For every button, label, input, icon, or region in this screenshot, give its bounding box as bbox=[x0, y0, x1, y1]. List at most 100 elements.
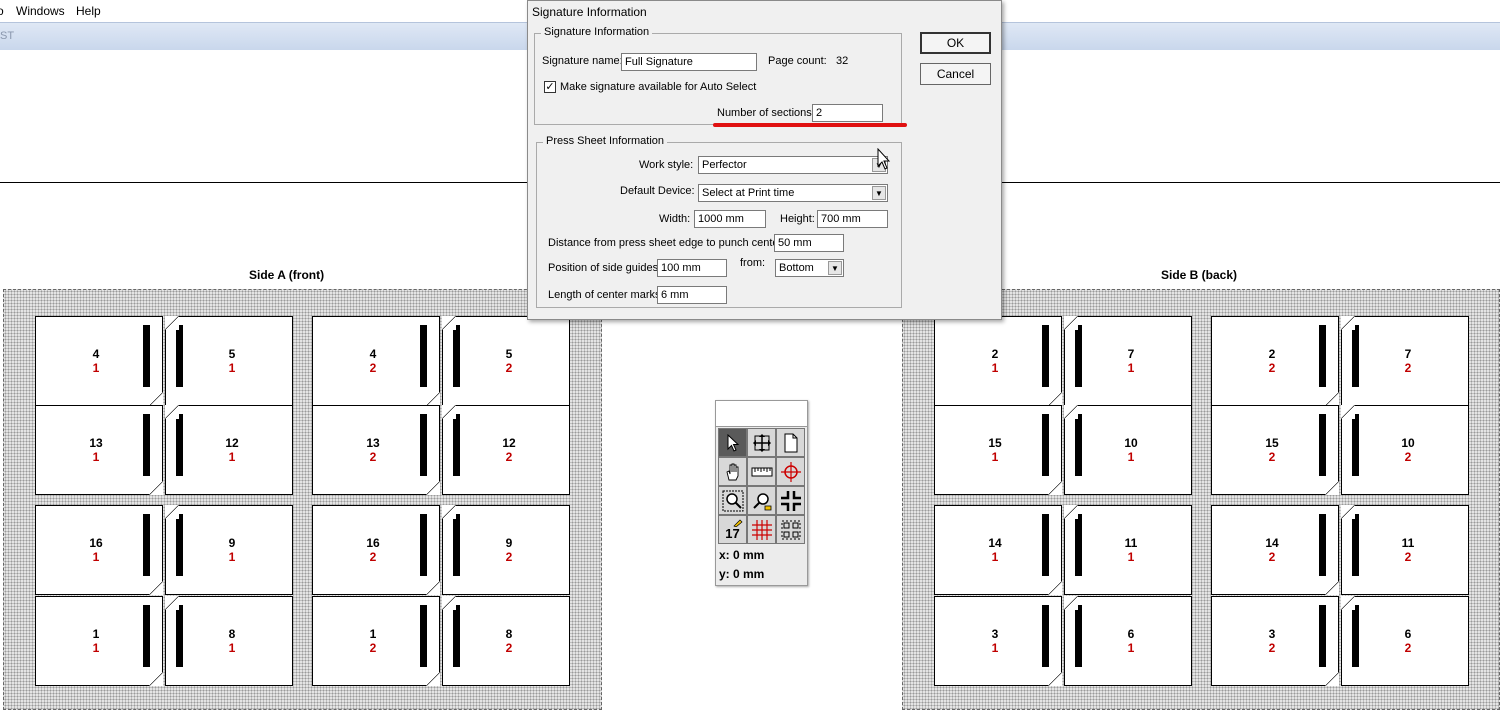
ok-button[interactable]: OK bbox=[920, 32, 991, 54]
default-device-select[interactable]: Select at Print time ▼ bbox=[698, 184, 888, 202]
fold-corner-icon bbox=[442, 405, 456, 419]
fold-corner-icon bbox=[1048, 581, 1062, 595]
arrow-pointer-icon[interactable] bbox=[718, 428, 747, 457]
center-marks-field[interactable]: 6 mm bbox=[657, 286, 727, 304]
menu-item-windows[interactable]: Windows bbox=[16, 4, 65, 18]
imposed-page[interactable]: 14 1 bbox=[934, 505, 1062, 595]
height-field[interactable]: 700 mm bbox=[817, 210, 888, 228]
page-number: 10 bbox=[1401, 436, 1415, 450]
press-sheet-side-a[interactable]: 4 1 13 1 16 1 1 1 5 1 12 1 9 1 8 1 4 2 13 2 16 2 1 2 5 2 12 2 9 2 8 2 bbox=[3, 289, 602, 710]
page-number: 3 bbox=[1268, 627, 1276, 641]
imposed-page[interactable]: 11 2 bbox=[1341, 505, 1469, 595]
section-number: 2 bbox=[369, 550, 377, 564]
imposed-page[interactable]: 12 2 bbox=[442, 405, 570, 495]
fold-corner-icon bbox=[1325, 481, 1339, 495]
imposed-page[interactable]: 13 1 bbox=[35, 405, 163, 495]
from-value: Bottom bbox=[779, 262, 814, 274]
fold-corner-icon bbox=[1064, 316, 1078, 330]
imposed-page[interactable]: 16 2 bbox=[312, 505, 440, 595]
section-number: 2 bbox=[1404, 361, 1412, 375]
imposed-page[interactable]: 14 2 bbox=[1211, 505, 1339, 595]
imposed-page[interactable]: 16 1 bbox=[35, 505, 163, 595]
palette-title-bar[interactable] bbox=[716, 401, 807, 427]
signature-information-group: Signature Information Signature name: Fu… bbox=[534, 26, 902, 125]
imposed-page[interactable]: 15 1 bbox=[934, 405, 1062, 495]
selection-icon[interactable] bbox=[776, 515, 805, 544]
page-icon[interactable] bbox=[776, 428, 805, 457]
imposed-page[interactable]: 10 2 bbox=[1341, 405, 1469, 495]
height-label: Height: bbox=[780, 213, 815, 225]
menu-item-partial[interactable]: o bbox=[0, 4, 4, 18]
imposed-page[interactable]: 82 bbox=[442, 596, 570, 686]
fold-corner-icon bbox=[1048, 481, 1062, 495]
fold-corner-icon bbox=[1341, 505, 1355, 519]
zoom-in-icon[interactable] bbox=[718, 486, 747, 515]
page-number: 15 bbox=[1265, 436, 1279, 450]
side-b-title: Side B (back) bbox=[1161, 268, 1238, 282]
crop-marks-icon[interactable] bbox=[776, 486, 805, 515]
section-number: 1 bbox=[228, 361, 236, 375]
imposed-page[interactable]: 51 bbox=[165, 316, 293, 406]
section-number: 2 bbox=[505, 450, 513, 464]
work-style-select[interactable]: Perfector ▼ bbox=[698, 156, 888, 174]
chevron-down-icon[interactable]: ▼ bbox=[828, 261, 842, 275]
number-of-sections-field[interactable]: 2 bbox=[812, 104, 883, 122]
imposed-page[interactable]: 31 bbox=[934, 596, 1062, 686]
imposed-page[interactable]: 72 bbox=[1341, 316, 1469, 406]
signature-name-field[interactable]: Full Signature bbox=[621, 53, 757, 71]
page-number: 11 bbox=[1124, 536, 1138, 550]
page-number: 13 bbox=[366, 436, 380, 450]
from-select[interactable]: Bottom ▼ bbox=[775, 259, 844, 277]
zoom-out-icon[interactable] bbox=[747, 486, 776, 515]
imposed-page[interactable]: 32 bbox=[1211, 596, 1339, 686]
page-number: 12 bbox=[225, 436, 239, 450]
imposed-page[interactable]: 81 bbox=[165, 596, 293, 686]
imposed-page[interactable]: 10 1 bbox=[1064, 405, 1192, 495]
section-number: 1 bbox=[228, 641, 236, 655]
page-number: 6 bbox=[1127, 627, 1135, 641]
imposed-page[interactable]: 13 2 bbox=[312, 405, 440, 495]
imposed-page[interactable]: 15 2 bbox=[1211, 405, 1339, 495]
imposed-page[interactable]: 12 1 bbox=[165, 405, 293, 495]
auto-select-checkbox[interactable]: ✓ bbox=[544, 81, 556, 93]
section-number: 1 bbox=[228, 550, 236, 564]
imposed-page[interactable]: 52 bbox=[442, 316, 570, 406]
grid-icon[interactable] bbox=[747, 515, 776, 544]
imposed-page[interactable]: 42 bbox=[312, 316, 440, 406]
imposed-page[interactable]: 12 bbox=[312, 596, 440, 686]
page-number: 1 bbox=[369, 627, 377, 641]
imposed-page[interactable]: 91 bbox=[165, 505, 293, 595]
press-sheet-side-b[interactable]: 2 1 15 1 14 1 3 1 7 1 10 1 11 1 6 1 2 2 15 2 14 2 3 2 7 2 10 2 11 2 6 2 bbox=[902, 289, 1500, 710]
section-number: 2 bbox=[1268, 361, 1276, 375]
document-title-partial: ST bbox=[0, 30, 15, 42]
imposed-page[interactable]: 11 bbox=[35, 596, 163, 686]
imposed-page[interactable]: 61 bbox=[1064, 596, 1192, 686]
ruler-icon[interactable] bbox=[747, 457, 776, 486]
imposed-page[interactable]: 71 bbox=[1064, 316, 1192, 406]
registration-mark-icon[interactable] bbox=[776, 457, 805, 486]
section-number: 1 bbox=[991, 361, 999, 375]
press-sheet-group-legend: Press Sheet Information bbox=[543, 135, 668, 147]
imposed-page[interactable]: 92 bbox=[442, 505, 570, 595]
imposed-page[interactable]: 11 1 bbox=[1064, 505, 1192, 595]
fold-corner-icon bbox=[1048, 392, 1062, 406]
signature-group-legend: Signature Information bbox=[541, 26, 653, 38]
menu-item-help[interactable]: Help bbox=[76, 4, 101, 18]
side-guides-label: Position of side guides: bbox=[548, 262, 662, 274]
page-number-icon[interactable]: 17 bbox=[718, 515, 747, 544]
imposed-page[interactable]: 21 bbox=[934, 316, 1062, 406]
fold-corner-icon bbox=[165, 405, 179, 419]
punch-distance-field[interactable]: 50 mm bbox=[774, 234, 844, 252]
move-icon[interactable] bbox=[747, 428, 776, 457]
page-number: 2 bbox=[991, 347, 999, 361]
side-guides-field[interactable]: 100 mm bbox=[657, 259, 727, 277]
imposed-page[interactable]: 22 bbox=[1211, 316, 1339, 406]
imposed-page[interactable]: 62 bbox=[1341, 596, 1469, 686]
imposed-page[interactable]: 41 bbox=[35, 316, 163, 406]
mouse-cursor-icon bbox=[877, 148, 891, 170]
width-field[interactable]: 1000 mm bbox=[694, 210, 766, 228]
cancel-button[interactable]: Cancel bbox=[920, 63, 991, 85]
hand-icon[interactable] bbox=[718, 457, 747, 486]
chevron-down-icon[interactable]: ▼ bbox=[872, 186, 886, 200]
section-number: 1 bbox=[991, 450, 999, 464]
